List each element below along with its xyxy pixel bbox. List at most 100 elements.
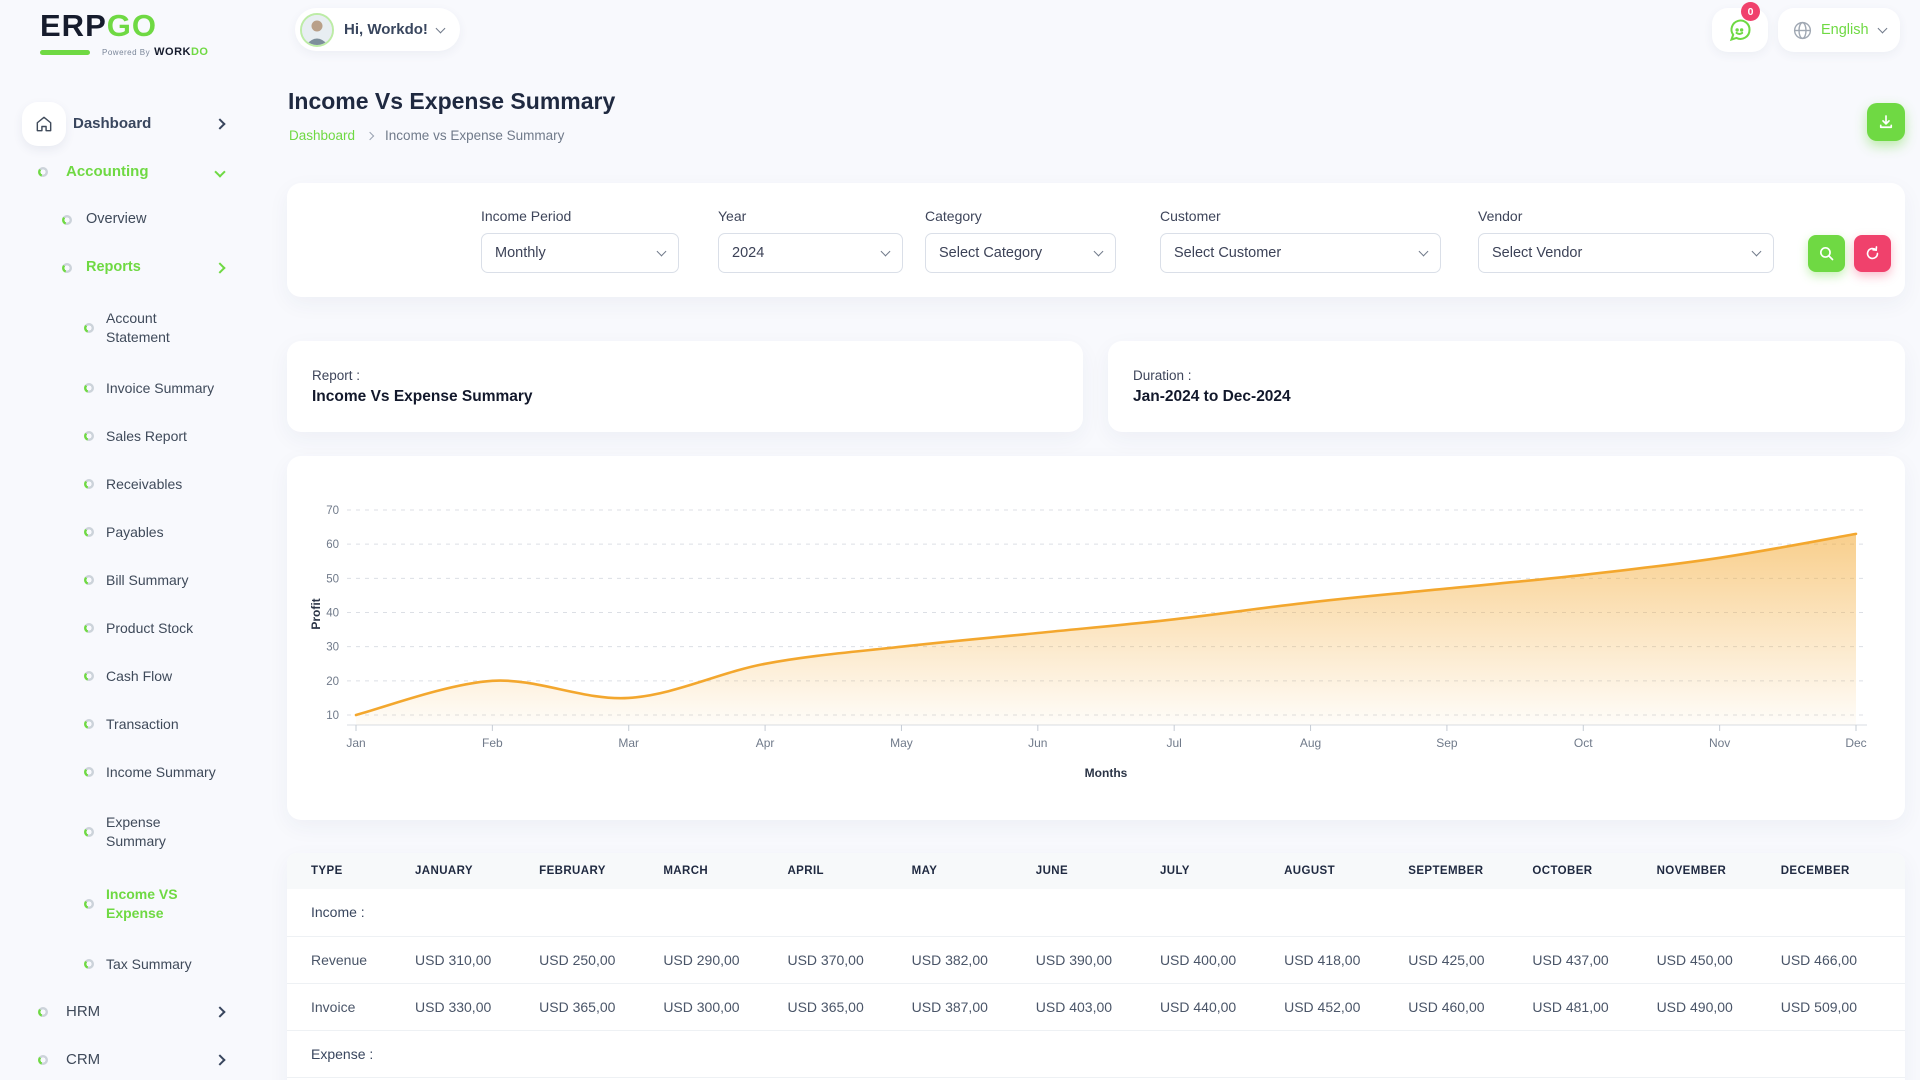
filter-field-vendor: VendorSelect Vendor xyxy=(1478,208,1774,273)
cell-value: USD 437,00 xyxy=(1532,936,1656,983)
language-label: English xyxy=(1821,22,1869,38)
svg-text:May: May xyxy=(890,736,913,750)
sidebar-item-account-statement[interactable]: Account Statement xyxy=(0,292,270,364)
sidebar-item-income-vs-expense[interactable]: Income VS Expense xyxy=(0,868,270,940)
bullet-icon xyxy=(84,719,94,729)
cell-value: USD 387,00 xyxy=(912,983,1036,1030)
cell-value: USD 440,00 xyxy=(1160,983,1284,1030)
year-select[interactable]: 2024 xyxy=(718,233,903,273)
filter-label: Income Period xyxy=(481,208,679,224)
cell-value: USD 509,00 xyxy=(1781,983,1905,1030)
section-label: Income : xyxy=(287,889,415,936)
sidebar-item-bill-summary[interactable]: Bill Summary xyxy=(0,556,270,604)
income-expense-table: TYPEJANUARYFEBRUARYMARCHAPRILMAYJUNEJULY… xyxy=(287,853,1905,1080)
bullet-icon xyxy=(84,479,94,489)
cell-value: USD 418,00 xyxy=(1284,936,1408,983)
sidebar-item-crm[interactable]: CRM xyxy=(0,1036,270,1080)
customer-select[interactable]: Select Customer xyxy=(1160,233,1441,273)
sidebar-item-transaction[interactable]: Transaction xyxy=(0,700,270,748)
app-logo[interactable]: ERPGO Powered By WORKDO xyxy=(40,8,208,58)
sidebar-item-label: Reports xyxy=(86,258,141,278)
cell-value: USD 390,00 xyxy=(1036,936,1160,983)
table-header-june: JUNE xyxy=(1036,853,1160,889)
sidebar-item-expense-summary[interactable]: Expense Summary xyxy=(0,796,270,868)
bullet-icon xyxy=(62,263,72,273)
income-expense-table-card: TYPEJANUARYFEBRUARYMARCHAPRILMAYJUNEJULY… xyxy=(287,853,1905,1080)
sidebar-menu: Dashboard AccountingOverview Reports Accoun… xyxy=(0,100,270,1080)
bullet-icon xyxy=(84,671,94,681)
bullet-icon xyxy=(84,431,94,441)
user-avatar xyxy=(300,13,334,47)
chevron-down-icon xyxy=(657,246,667,256)
sidebar-item-hrm[interactable]: HRM xyxy=(0,988,270,1036)
search-button[interactable] xyxy=(1808,235,1845,272)
category-select[interactable]: Select Category xyxy=(925,233,1116,273)
table-header-april: APRIL xyxy=(787,853,911,889)
sidebar-item-invoice-summary[interactable]: Invoice Summary xyxy=(0,364,270,412)
sidebar-item-label: Dashboard xyxy=(73,114,151,134)
cell-value: USD 452,00 xyxy=(1284,983,1408,1030)
breadcrumb-dashboard-link[interactable]: Dashboard xyxy=(289,128,355,143)
reset-button[interactable] xyxy=(1854,235,1891,272)
bullet-icon xyxy=(38,1007,48,1017)
sidebar-item-reports[interactable]: Reports xyxy=(0,244,270,292)
cell-value: USD 466,00 xyxy=(1781,936,1905,983)
download-button[interactable] xyxy=(1867,103,1905,141)
sidebar-item-label: HRM xyxy=(66,1002,100,1022)
filter-label: Year xyxy=(718,208,903,224)
chevron-down-icon xyxy=(1877,24,1887,34)
duration-label: Duration : xyxy=(1133,368,1905,383)
sidebar-item-label: Income VS Expense xyxy=(106,885,206,923)
table-section-row: Income : xyxy=(287,889,1905,936)
cell-value: USD 403,00 xyxy=(1036,983,1160,1030)
income-period-select[interactable]: Monthly xyxy=(481,233,679,273)
svg-text:Jan: Jan xyxy=(346,736,365,750)
cell-value: USD 425,00 xyxy=(1408,936,1532,983)
user-menu-button[interactable]: Hi, Workdo! xyxy=(295,8,460,51)
vendor-select[interactable]: Select Vendor xyxy=(1478,233,1774,273)
cell-value: USD 382,00 xyxy=(912,936,1036,983)
sidebar-item-receivables[interactable]: Receivables xyxy=(0,460,270,508)
svg-text:Profit: Profit xyxy=(309,598,323,629)
cell-value: USD 290,00 xyxy=(663,936,787,983)
sidebar-item-accounting[interactable]: Accounting xyxy=(0,148,270,196)
row-type: Revenue xyxy=(287,936,415,983)
bullet-icon xyxy=(84,827,94,837)
sidebar-item-dashboard[interactable]: Dashboard xyxy=(0,100,270,148)
chevron-down-icon xyxy=(214,166,225,177)
cell-value: USD 490,00 xyxy=(1657,983,1781,1030)
svg-text:50: 50 xyxy=(326,573,339,585)
chevron-right-icon xyxy=(214,1054,225,1065)
table-header-october: OCTOBER xyxy=(1532,853,1656,889)
sidebar-item-tax-summary[interactable]: Tax Summary xyxy=(0,940,270,988)
svg-text:60: 60 xyxy=(326,539,339,551)
sidebar-item-cash-flow[interactable]: Cash Flow xyxy=(0,652,270,700)
language-selector[interactable]: English xyxy=(1778,8,1900,52)
sidebar-item-label: Product Stock xyxy=(106,619,193,638)
sidebar-item-product-stock[interactable]: Product Stock xyxy=(0,604,270,652)
selected-value: Select Category xyxy=(939,245,1042,261)
filter-panel: Income Period Monthly Year 2024 CategorySele… xyxy=(287,183,1905,297)
chevron-down-icon xyxy=(881,246,891,256)
sidebar-item-label: Bill Summary xyxy=(106,571,188,590)
page-title: Income Vs Expense Summary xyxy=(288,88,615,115)
svg-text:Apr: Apr xyxy=(756,736,775,750)
bullet-icon xyxy=(84,383,94,393)
report-label: Report : xyxy=(312,368,1083,383)
sidebar-item-label: Account Statement xyxy=(106,309,206,347)
report-card: Report : Income Vs Expense Summary xyxy=(287,341,1083,432)
messages-button[interactable]: 0 xyxy=(1712,8,1768,52)
sidebar-item-payables[interactable]: Payables xyxy=(0,508,270,556)
sidebar-item-income-summary[interactable]: Income Summary xyxy=(0,748,270,796)
sidebar-item-sales-report[interactable]: Sales Report xyxy=(0,412,270,460)
home-icon-box xyxy=(22,102,66,146)
svg-text:Mar: Mar xyxy=(618,736,639,750)
sidebar-item-label: CRM xyxy=(66,1050,100,1070)
bullet-icon xyxy=(84,575,94,585)
selected-value: Select Customer xyxy=(1174,245,1281,261)
filter-field-category: CategorySelect Category xyxy=(925,208,1116,273)
svg-text:Sep: Sep xyxy=(1436,736,1458,750)
sidebar-item-overview[interactable]: Overview xyxy=(0,196,270,244)
svg-text:40: 40 xyxy=(326,608,339,620)
svg-text:70: 70 xyxy=(326,505,339,517)
